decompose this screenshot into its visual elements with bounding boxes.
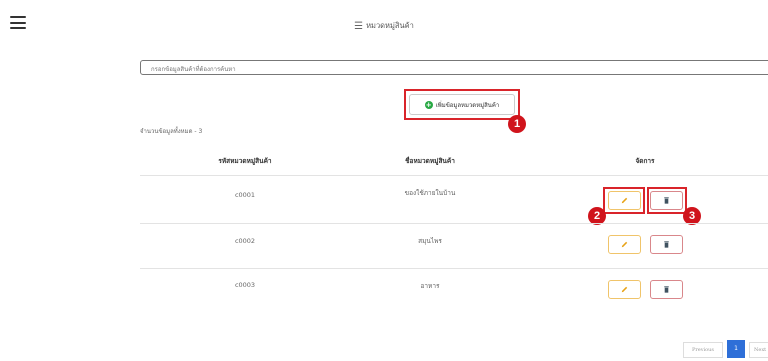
callout-badge-1: 1: [508, 115, 526, 133]
trash-icon: [664, 241, 669, 248]
pagination-current-page[interactable]: 1: [727, 340, 745, 358]
column-header-name: ชื่อหมวดหมู่สินค้า: [405, 157, 455, 165]
pencil-icon: [621, 197, 628, 204]
edit-button[interactable]: [608, 191, 641, 210]
row-3-name: อาหาร: [420, 282, 440, 290]
table-divider: [140, 175, 768, 176]
delete-button[interactable]: [650, 235, 683, 254]
table-divider: [140, 223, 768, 224]
add-category-button[interactable]: + เพิ่มข้อมูลหมวดหมู่สินค้า: [409, 94, 515, 115]
edit-button[interactable]: [608, 280, 641, 299]
trash-icon: [664, 286, 669, 293]
row-1-code: c0001: [234, 191, 256, 199]
page-title: ☰ หมวดหมู่สินค้า: [354, 21, 414, 32]
pencil-icon: [621, 286, 628, 293]
row-2-code: c0002: [234, 237, 256, 245]
pagination-next[interactable]: Next: [749, 342, 768, 358]
total-count: จำนวนข้อมูลทั้งหมด - 3: [140, 128, 203, 135]
plus-circle-icon: +: [424, 100, 433, 109]
list-icon: ☰: [354, 21, 364, 32]
column-header-code: รหัสหมวดหมู่สินค้า: [218, 157, 272, 165]
row-1-name: ของใช้ภายในบ้าน: [404, 189, 456, 197]
row-2-name: สมุนไพร: [418, 237, 442, 245]
pencil-icon: [621, 241, 628, 248]
row-3-code: c0003: [234, 281, 256, 289]
edit-button[interactable]: [608, 235, 641, 254]
trash-icon: [664, 197, 669, 204]
column-header-actions: จัดการ: [635, 157, 655, 165]
pagination-previous[interactable]: Previous: [683, 342, 723, 358]
table-divider: [140, 268, 768, 269]
delete-button[interactable]: [650, 280, 683, 299]
search-input[interactable]: [140, 60, 768, 75]
delete-button[interactable]: [650, 191, 683, 210]
